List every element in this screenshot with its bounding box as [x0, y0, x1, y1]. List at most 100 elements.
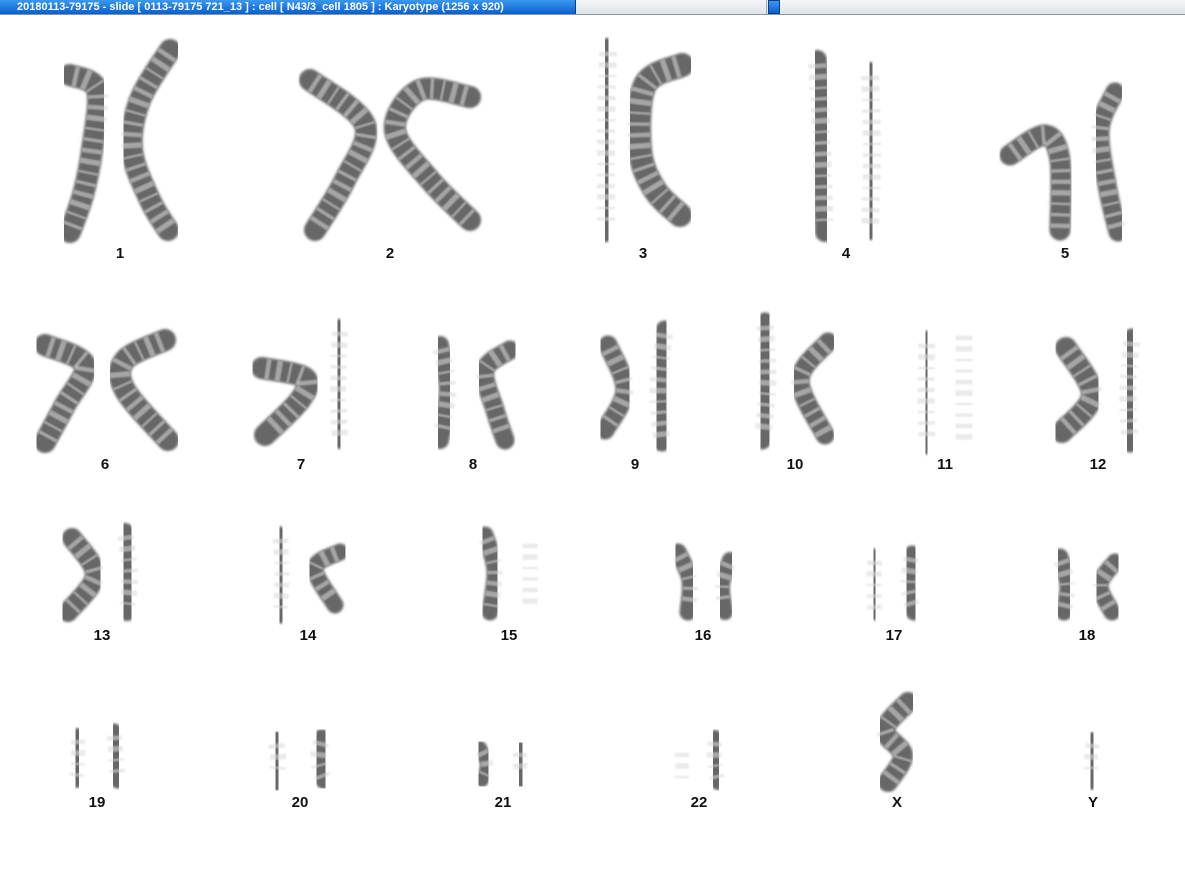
- chromosome-label-6: 6: [101, 456, 109, 473]
- chromosome-4-b: [860, 62, 882, 240]
- chromosome-label-21: 21: [495, 794, 512, 811]
- chromosome-22-a: [673, 741, 690, 790]
- chromosome-band: [900, 580, 916, 584]
- chromosome-1-a: [59, 64, 110, 243]
- chromosome-label-17: 17: [886, 627, 903, 644]
- chromosome-13-a: [58, 528, 105, 622]
- chromosome-band: [330, 375, 347, 381]
- chromosome-label-19: 19: [89, 794, 106, 811]
- chromosome-band: [714, 585, 729, 589]
- chromosome-band: [1120, 429, 1139, 435]
- chromosome-1-b: [120, 39, 181, 241]
- chromosome-band: [918, 431, 936, 437]
- chromosome-band: [1050, 212, 1070, 217]
- chromosome-band: [955, 379, 973, 385]
- chromosome-band: [274, 582, 290, 588]
- chromosome-band: [675, 752, 689, 758]
- chromosome-band: [675, 763, 689, 769]
- chromosome-band: [1051, 168, 1071, 173]
- chromosome-band: [917, 387, 935, 393]
- chromosome-22-b: [705, 730, 726, 790]
- chromosome-16-a: [669, 543, 699, 621]
- chromosome-band: [867, 560, 883, 566]
- chromosome-15-a: [476, 526, 504, 621]
- chromosome-band: [955, 423, 973, 429]
- chromosome-band: [862, 142, 882, 146]
- chromosome-band: [862, 174, 881, 180]
- chromosome-band: [917, 421, 936, 425]
- chromosome-band: [955, 434, 973, 440]
- chromosome-band: [862, 163, 881, 169]
- chromosome-band: [273, 548, 289, 556]
- chromosome-band: [917, 377, 935, 381]
- chromosome-band: [269, 753, 286, 761]
- chromosome-15-b: [521, 531, 539, 621]
- chromosome-band: [814, 184, 833, 189]
- chromosome-10-b: [790, 332, 838, 445]
- chromosome-5-a: [999, 124, 1072, 241]
- chromosome-11-b: [954, 322, 974, 455]
- chromosome-label-1: 1: [116, 245, 124, 262]
- chromosome-8-b: [475, 340, 520, 450]
- chromosome-band: [596, 183, 615, 189]
- chromosome-band: [675, 775, 689, 779]
- chromosome-band: [861, 75, 880, 81]
- chromosome-label-5: 5: [1061, 245, 1069, 262]
- chromosome-band: [955, 413, 973, 417]
- chromosome-21-b: [511, 741, 530, 788]
- chromosome-band: [522, 566, 538, 570]
- chromosome-band: [814, 195, 833, 201]
- chromosome-9-b: [648, 320, 675, 452]
- chromosome-band: [522, 577, 538, 581]
- chromosome-band: [866, 593, 882, 599]
- chromosome-band: [955, 402, 973, 406]
- chromosome-17-b: [899, 545, 923, 621]
- chromosome-band: [522, 543, 538, 549]
- chromosome-body: [860, 62, 882, 240]
- chromosome-band: [862, 130, 881, 136]
- chromosome-band: [598, 74, 617, 78]
- chromosome-band: [861, 85, 880, 93]
- chromosome-7-a: [251, 357, 319, 446]
- chromosome-band: [627, 122, 651, 126]
- chromosome-band: [522, 587, 538, 593]
- chromosome-band: [597, 85, 617, 89]
- chromosome-Y-a: [1082, 732, 1101, 790]
- chromosome-label-Y: Y: [1088, 794, 1098, 811]
- chromosome-21-a: [473, 741, 494, 787]
- chromosome-label-12: 12: [1090, 456, 1107, 473]
- chromosome-band: [330, 398, 347, 402]
- chromosome-label-15: 15: [501, 627, 518, 644]
- karyotype-view: 1 2 3 4 56 7 8 9 10 11 1213 14 15 16 17 1819 20 21 22 X Y: [34, 38, 1142, 811]
- chromosome-18-b: [1091, 553, 1124, 621]
- chromosome-band: [331, 331, 348, 337]
- chromosome-band: [866, 583, 882, 587]
- chromosome-band: [596, 173, 615, 177]
- chromosome-band: [917, 398, 935, 404]
- chromosome-label-4: 4: [842, 245, 851, 262]
- chromosome-band: [649, 387, 667, 394]
- chromosome-16-b: [713, 552, 738, 620]
- chromosome-band: [522, 598, 538, 604]
- chromosome-label-20: 20: [292, 794, 309, 811]
- chromosome-band: [866, 570, 882, 578]
- chromosome-band: [596, 217, 616, 221]
- chromosome-band: [596, 162, 615, 166]
- chromosome-label-11: 11: [937, 456, 953, 473]
- chromosome-2-b: [383, 77, 481, 231]
- chromosome-band: [596, 139, 616, 145]
- chromosome-body: [669, 543, 699, 621]
- chromosome-label-22: 22: [691, 794, 708, 811]
- chromosome-band: [1119, 385, 1137, 391]
- chromosome-band: [917, 410, 935, 414]
- chromosome-band: [121, 142, 142, 149]
- chromosome-band: [330, 419, 348, 425]
- chromosome-label-2: 2: [386, 245, 394, 262]
- chromosome-band: [759, 369, 777, 375]
- chromosome-band: [955, 390, 973, 396]
- chromosome-band: [861, 217, 880, 224]
- chromosome-7-b: [329, 319, 349, 449]
- chromosome-body: [1090, 82, 1128, 242]
- chromosome-6-b: [108, 329, 179, 451]
- chromosome-band: [1091, 136, 1109, 142]
